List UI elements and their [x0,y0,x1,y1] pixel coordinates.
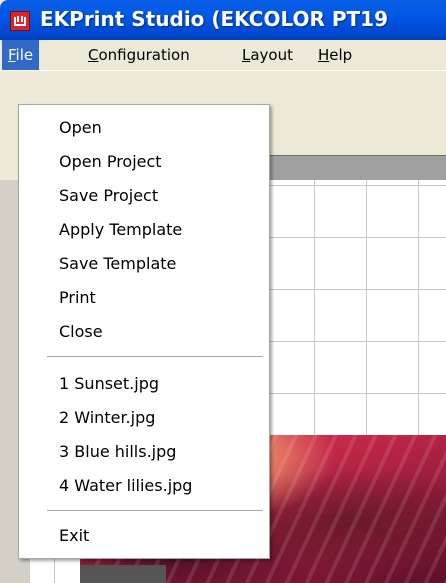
menu-item-save-project[interactable]: Save Project [19,179,269,213]
menu-separator [47,510,263,511]
menu-item-print[interactable]: Print [19,281,269,315]
title-bar[interactable]: EKPrint Studio (EKCOLOR PT19 [0,0,446,40]
menu-item-recent-1[interactable]: 1 Sunset.jpg [19,367,269,401]
canvas-border [80,565,166,583]
menu-item-recent-2[interactable]: 2 Winter.jpg [19,401,269,435]
menu-configuration[interactable]: Configuration [82,40,196,70]
file-menu-dropdown: Open Open Project Save Project Apply Tem… [18,104,270,559]
menu-layout[interactable]: Layout [236,40,299,70]
menu-item-open[interactable]: Open [19,111,269,145]
menu-item-apply-template[interactable]: Apply Template [19,213,269,247]
menu-item-recent-3[interactable]: 3 Blue hills.jpg [19,435,269,469]
menu-item-save-template[interactable]: Save Template [19,247,269,281]
menu-bar: File Configuration Layout Help [0,40,446,70]
menu-item-recent-4[interactable]: 4 Water lilies.jpg [19,469,269,503]
menu-item-open-project[interactable]: Open Project [19,145,269,179]
menu-item-close[interactable]: Close [19,315,269,349]
menu-file[interactable]: File [2,40,40,70]
menu-separator [47,356,263,357]
ekprint-logo-icon[interactable] [10,11,30,31]
window-title: EKPrint Studio (EKCOLOR PT19 [40,7,388,31]
menu-item-exit[interactable]: Exit [19,519,269,553]
menu-help[interactable]: Help [312,40,358,70]
toolbar-divider [0,70,446,71]
